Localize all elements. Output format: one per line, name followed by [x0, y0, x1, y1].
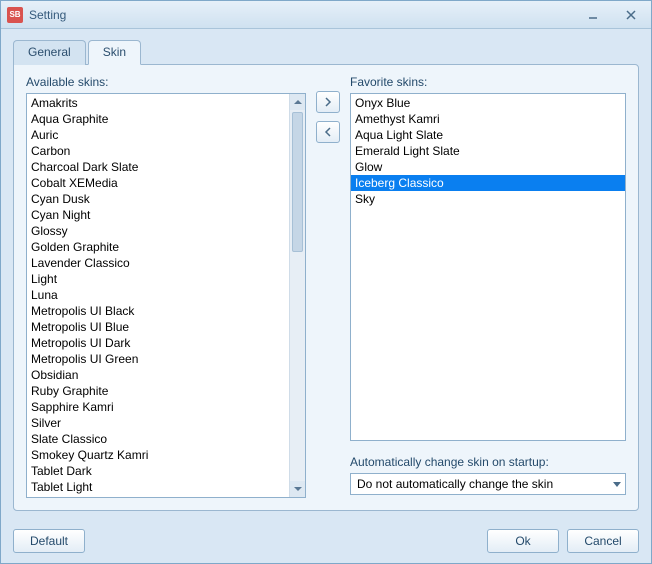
- list-item[interactable]: Silver: [27, 415, 289, 431]
- auto-change-value: Do not automatically change the skin: [357, 477, 613, 491]
- scroll-down-button[interactable]: [290, 481, 305, 497]
- list-item[interactable]: Amakrits: [27, 95, 289, 111]
- list-item[interactable]: Onyx Blue: [351, 95, 625, 111]
- close-icon: [626, 10, 636, 20]
- chevron-down-icon: [294, 487, 302, 491]
- move-left-button[interactable]: [316, 121, 340, 143]
- dialog-footer: Default Ok Cancel: [1, 521, 651, 563]
- list-item[interactable]: Light: [27, 271, 289, 287]
- minimize-icon: [588, 10, 598, 20]
- list-item[interactable]: Luna: [27, 287, 289, 303]
- list-item[interactable]: Aqua Light Slate: [351, 127, 625, 143]
- list-item[interactable]: Metropolis UI Blue: [27, 319, 289, 335]
- tab-general[interactable]: General: [13, 40, 86, 65]
- auto-change-combobox[interactable]: Do not automatically change the skin: [350, 473, 626, 495]
- list-item[interactable]: Cyan Dusk: [27, 191, 289, 207]
- list-item[interactable]: Golden Graphite: [27, 239, 289, 255]
- chevron-right-icon: [324, 97, 332, 107]
- list-item[interactable]: Tablet Light: [27, 479, 289, 495]
- list-item[interactable]: Emerald Light Slate: [351, 143, 625, 159]
- titlebar: SB Setting: [1, 1, 651, 29]
- list-item[interactable]: Auric: [27, 127, 289, 143]
- settings-dialog: SB Setting General Skin Available skins:…: [0, 0, 652, 564]
- dropdown-icon: [613, 482, 621, 487]
- list-item[interactable]: Glossy: [27, 223, 289, 239]
- app-icon: SB: [7, 7, 23, 23]
- list-item[interactable]: Lavender Classico: [27, 255, 289, 271]
- tabpanel-skin: Available skins: AmakritsAqua GraphiteAu…: [13, 64, 639, 511]
- window-title: Setting: [29, 8, 573, 22]
- available-scrollbar[interactable]: [289, 94, 305, 497]
- list-item[interactable]: Aqua Graphite: [27, 111, 289, 127]
- list-item[interactable]: Cobalt XEMedia: [27, 175, 289, 191]
- list-item[interactable]: Iceberg Classico: [351, 175, 625, 191]
- tab-skin[interactable]: Skin: [88, 40, 141, 65]
- list-item[interactable]: Cyan Night: [27, 207, 289, 223]
- ok-button[interactable]: Ok: [487, 529, 559, 553]
- default-button[interactable]: Default: [13, 529, 85, 553]
- available-skins-label: Available skins:: [26, 75, 306, 89]
- list-item[interactable]: Charcoal Dark Slate: [27, 159, 289, 175]
- close-button[interactable]: [613, 5, 649, 25]
- scroll-up-button[interactable]: [290, 94, 305, 110]
- chevron-left-icon: [324, 127, 332, 137]
- list-item[interactable]: Smokey Quartz Kamri: [27, 447, 289, 463]
- scroll-thumb[interactable]: [292, 112, 303, 252]
- favorite-skins-listbox[interactable]: Onyx BlueAmethyst KamriAqua Light SlateE…: [350, 93, 626, 441]
- favorite-skins-label: Favorite skins:: [350, 75, 626, 89]
- cancel-button[interactable]: Cancel: [567, 529, 639, 553]
- list-item[interactable]: Amethyst Kamri: [351, 111, 625, 127]
- auto-change-label: Automatically change skin on startup:: [350, 455, 626, 469]
- list-item[interactable]: Metropolis UI Green: [27, 351, 289, 367]
- list-item[interactable]: Glow: [351, 159, 625, 175]
- list-item[interactable]: Sapphire Kamri: [27, 399, 289, 415]
- list-item[interactable]: Carbon: [27, 143, 289, 159]
- list-item[interactable]: Sky: [351, 191, 625, 207]
- list-item[interactable]: Metropolis UI Dark: [27, 335, 289, 351]
- list-item[interactable]: Slate Classico: [27, 431, 289, 447]
- tabstrip: General Skin: [13, 39, 639, 64]
- list-item[interactable]: Metropolis UI Black: [27, 303, 289, 319]
- list-item[interactable]: Obsidian: [27, 367, 289, 383]
- minimize-button[interactable]: [575, 5, 611, 25]
- list-item[interactable]: Tablet Dark: [27, 463, 289, 479]
- chevron-up-icon: [294, 100, 302, 104]
- available-skins-listbox[interactable]: AmakritsAqua GraphiteAuricCarbonCharcoal…: [26, 93, 306, 498]
- list-item[interactable]: Ruby Graphite: [27, 383, 289, 399]
- move-right-button[interactable]: [316, 91, 340, 113]
